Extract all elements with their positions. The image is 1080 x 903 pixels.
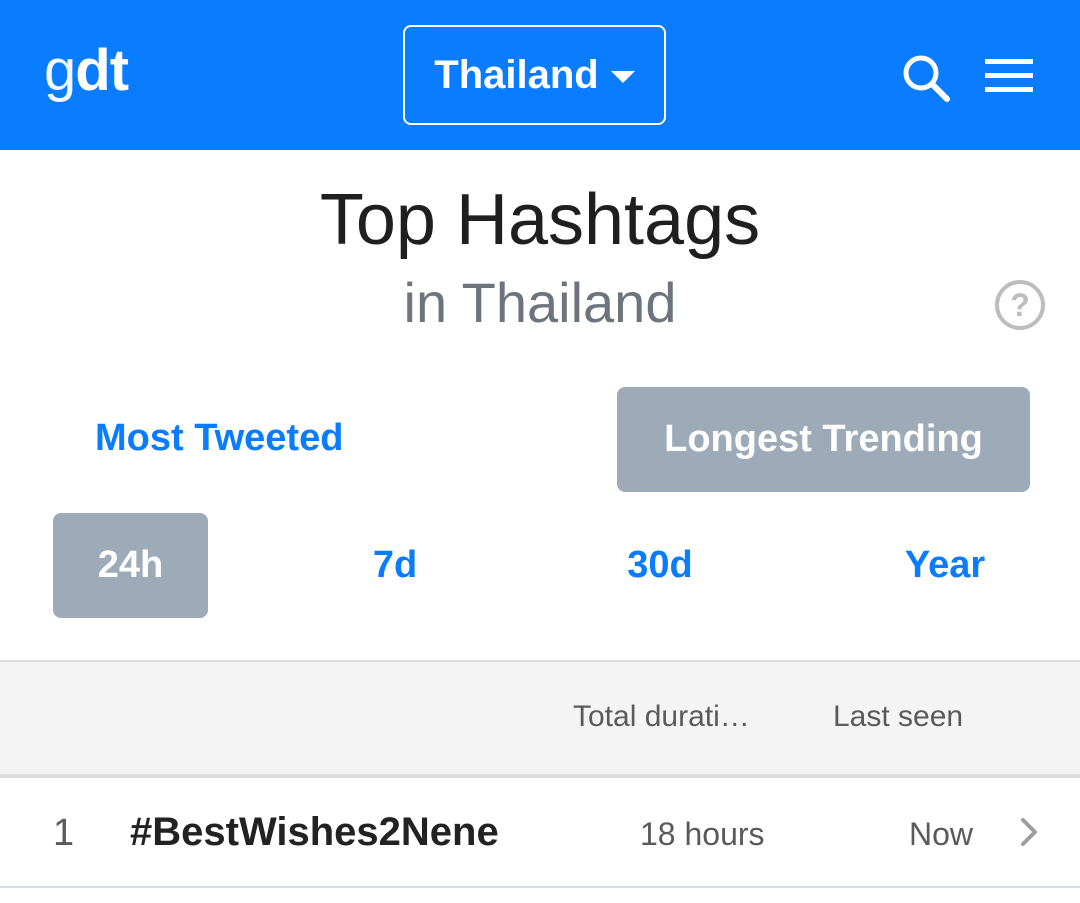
page-subtitle: in Thailand: [403, 271, 677, 334]
search-icon[interactable]: [900, 52, 952, 104]
column-header-last-seen[interactable]: Last seen: [833, 700, 963, 734]
country-selector-button[interactable]: Thailand: [403, 25, 666, 125]
top-nav-bar: gdt Thailand: [0, 0, 1080, 150]
period-7d-tab[interactable]: 7d: [340, 513, 450, 618]
logo-g: g: [44, 38, 76, 103]
period-24h-tab[interactable]: 24h: [53, 513, 208, 618]
site-logo[interactable]: gdt: [44, 36, 129, 106]
period-year-tab[interactable]: Year: [885, 513, 1005, 618]
row-hashtag[interactable]: #BestWishes2Nene: [130, 810, 499, 855]
longest-trending-tab[interactable]: Longest Trending: [617, 387, 1030, 492]
menu-icon[interactable]: [985, 55, 1033, 95]
page-title: Top Hashtags: [319, 180, 761, 260]
column-header-duration[interactable]: Total durati…: [573, 700, 750, 734]
period-30d-tab[interactable]: 30d: [595, 513, 725, 618]
row-duration: 18 hours: [640, 816, 765, 852]
table-row[interactable]: 1 #BestWishes2Nene 18 hours Now: [0, 782, 1080, 888]
most-tweeted-tab[interactable]: Most Tweeted: [95, 410, 343, 466]
logo-dt: dt: [75, 38, 129, 103]
country-label: Thailand: [434, 52, 599, 97]
row-last-seen: Now: [909, 816, 974, 852]
help-icon[interactable]: ?: [993, 278, 1047, 332]
row-rank: 1: [53, 812, 75, 854]
svg-text:?: ?: [1010, 287, 1030, 323]
caret-down-icon: [610, 71, 635, 83]
table-header: Total durati… Last seen: [0, 660, 1080, 778]
chevron-right-icon[interactable]: [1015, 814, 1043, 850]
